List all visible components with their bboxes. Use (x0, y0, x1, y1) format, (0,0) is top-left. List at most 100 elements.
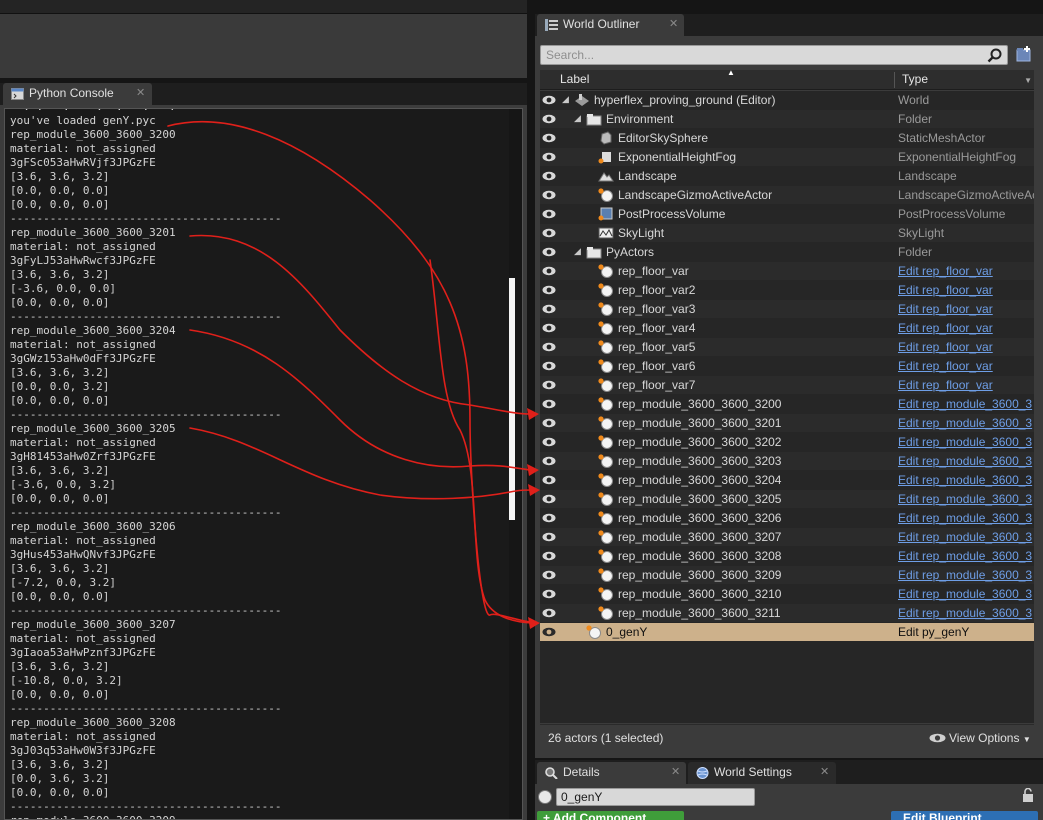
visibility-eye-icon[interactable] (542, 285, 556, 295)
outliner-row[interactable]: rep_module_3600_3600_3211 Edit rep_module… (540, 604, 1034, 622)
close-icon[interactable]: ✕ (671, 762, 680, 783)
visibility-eye-icon[interactable] (542, 456, 556, 466)
visibility-eye-icon[interactable] (542, 171, 556, 181)
outliner-row[interactable]: rep_floor_var4 Edit rep_floor_var (540, 319, 1034, 337)
outliner-row[interactable]: rep_module_3600_3600_3207 Edit rep_module… (540, 528, 1034, 546)
visibility-eye-icon[interactable] (542, 266, 556, 276)
edit-blueprint-link[interactable]: Edit rep_module_3600_3 (898, 530, 1034, 544)
visibility-eye-icon[interactable] (542, 228, 556, 238)
console-scrollbar-thumb[interactable] (509, 278, 515, 520)
outliner-row[interactable]: rep_module_3600_3600_3204 Edit rep_module… (540, 471, 1034, 489)
outliner-row[interactable]: rep_floor_var Edit rep_floor_var (540, 262, 1034, 280)
visibility-eye-icon[interactable] (542, 589, 556, 599)
outliner-row[interactable]: rep_floor_var5 Edit rep_floor_var (540, 338, 1034, 356)
edit-blueprint-link[interactable]: Edit rep_module_3600_3 (898, 473, 1034, 487)
visibility-eye-icon[interactable] (542, 323, 556, 333)
expand-arrow-icon[interactable]: ◢ (574, 246, 581, 257)
outliner-row[interactable]: rep_module_3600_3600_3209 Edit rep_module… (540, 566, 1034, 584)
view-options-button[interactable]: View Options ▼ (929, 731, 1031, 745)
edit-blueprint-link[interactable]: Edit rep_floor_var (898, 378, 1034, 392)
lock-icon[interactable] (1022, 788, 1034, 802)
search-icon[interactable] (987, 48, 1003, 63)
edit-blueprint-link[interactable]: Edit rep_module_3600_3 (898, 511, 1034, 525)
outliner-row[interactable]: 0_genY Edit py_genY (540, 623, 1034, 641)
outliner-row[interactable]: ExponentialHeightFog ExponentialHeightFog (540, 148, 1034, 166)
visibility-eye-icon[interactable] (542, 570, 556, 580)
edit-blueprint-link[interactable]: Edit rep_module_3600_3 (898, 397, 1034, 411)
visibility-eye-icon[interactable] (542, 494, 556, 504)
edit-blueprint-link[interactable]: Edit rep_floor_var (898, 302, 1034, 316)
tab-details[interactable]: Details ✕ (537, 762, 686, 784)
edit-blueprint-link[interactable]: Edit rep_module_3600_3 (898, 492, 1034, 506)
search-input[interactable] (541, 46, 981, 64)
column-label[interactable]: Label (560, 72, 589, 86)
actor-name-field[interactable]: 0_genY (556, 788, 755, 806)
outliner-row[interactable]: rep_module_3600_3600_3203 Edit rep_module… (540, 452, 1034, 470)
visibility-eye-icon[interactable] (542, 627, 556, 637)
outliner-row[interactable]: PostProcessVolume PostProcessVolume (540, 205, 1034, 223)
edit-blueprint-link[interactable]: Edit rep_floor_var (898, 264, 1034, 278)
close-icon[interactable]: ✕ (136, 83, 145, 104)
visibility-eye-icon[interactable] (542, 190, 556, 200)
outliner-row[interactable]: SkyLight SkyLight (540, 224, 1034, 242)
edit-blueprint-link[interactable]: Edit py_genY (898, 625, 1034, 639)
visibility-eye-icon[interactable] (542, 304, 556, 314)
edit-blueprint-link[interactable]: Edit rep_module_3600_3 (898, 587, 1034, 601)
edit-blueprint-button[interactable]: Edit Blueprint (891, 811, 1038, 820)
visibility-eye-icon[interactable] (542, 152, 556, 162)
visibility-eye-icon[interactable] (542, 513, 556, 523)
add-component-button[interactable]: + Add Component (537, 811, 684, 820)
outliner-row[interactable]: ◢ Environment Folder (540, 110, 1034, 128)
visibility-eye-icon[interactable] (542, 342, 556, 352)
outliner-row[interactable]: rep_module_3600_3600_3208 Edit rep_module… (540, 547, 1034, 565)
edit-blueprint-link[interactable]: Edit rep_module_3600_3 (898, 454, 1034, 468)
edit-blueprint-link[interactable]: Edit rep_module_3600_3 (898, 606, 1034, 620)
tab-world-settings[interactable]: World Settings ✕ (688, 762, 836, 784)
visibility-eye-icon[interactable] (542, 114, 556, 124)
visibility-eye-icon[interactable] (542, 399, 556, 409)
visibility-eye-icon[interactable] (542, 608, 556, 618)
tab-python-console[interactable]: Python Console ✕ (3, 83, 152, 105)
edit-blueprint-link[interactable]: Edit rep_floor_var (898, 340, 1034, 354)
expand-arrow-icon[interactable]: ◢ (574, 113, 581, 124)
close-icon[interactable]: ✕ (820, 762, 829, 783)
add-folder-icon[interactable] (1015, 45, 1033, 63)
outliner-row[interactable]: rep_module_3600_3600_3210 Edit rep_module… (540, 585, 1034, 603)
close-icon[interactable]: ✕ (669, 14, 678, 35)
visibility-eye-icon[interactable] (542, 418, 556, 428)
column-dropdown-icon[interactable]: ▼ (1024, 76, 1032, 85)
edit-blueprint-link[interactable]: Edit rep_module_3600_3 (898, 416, 1034, 430)
visibility-eye-icon[interactable] (542, 361, 556, 371)
edit-blueprint-link[interactable]: Edit rep_floor_var (898, 283, 1034, 297)
visibility-eye-icon[interactable] (542, 551, 556, 561)
outliner-row[interactable]: rep_floor_var7 Edit rep_floor_var (540, 376, 1034, 394)
outliner-row[interactable]: rep_module_3600_3600_3200 Edit rep_module… (540, 395, 1034, 413)
outliner-row[interactable]: rep_module_3600_3600_3201 Edit rep_module… (540, 414, 1034, 432)
edit-blueprint-link[interactable]: Edit rep_module_3600_3 (898, 549, 1034, 563)
outliner-row[interactable]: rep_floor_var6 Edit rep_floor_var (540, 357, 1034, 375)
visibility-eye-icon[interactable] (542, 437, 556, 447)
outliner-row[interactable]: Landscape Landscape (540, 167, 1034, 185)
visibility-eye-icon[interactable] (542, 475, 556, 485)
visibility-eye-icon[interactable] (542, 532, 556, 542)
edit-blueprint-link[interactable]: Edit rep_module_3600_3 (898, 435, 1034, 449)
visibility-eye-icon[interactable] (542, 133, 556, 143)
visibility-eye-icon[interactable] (542, 95, 556, 105)
outliner-row[interactable]: ◢ PyActors Folder (540, 243, 1034, 261)
outliner-row[interactable]: EditorSkySphere StaticMeshActor (540, 129, 1034, 147)
column-type[interactable]: Type (902, 72, 928, 86)
edit-blueprint-link[interactable]: Edit rep_floor_var (898, 321, 1034, 335)
outliner-row[interactable]: rep_module_3600_3600_3202 Edit rep_module… (540, 433, 1034, 451)
column-separator[interactable] (894, 72, 895, 88)
outliner-row[interactable]: rep_floor_var2 Edit rep_floor_var (540, 281, 1034, 299)
panel-splitter[interactable] (527, 0, 535, 820)
edit-blueprint-link[interactable]: Edit rep_floor_var (898, 359, 1034, 373)
visibility-eye-icon[interactable] (542, 380, 556, 390)
console-output[interactable]: . . . . . . .you've loaded genY.pycrep_m… (4, 108, 523, 820)
outliner-row[interactable]: rep_floor_var3 Edit rep_floor_var (540, 300, 1034, 318)
visibility-eye-icon[interactable] (542, 209, 556, 219)
visibility-eye-icon[interactable] (542, 247, 556, 257)
edit-blueprint-link[interactable]: Edit rep_module_3600_3 (898, 568, 1034, 582)
outliner-row[interactable]: LandscapeGizmoActiveActor LandscapeGizmoA… (540, 186, 1034, 204)
outliner-row[interactable]: rep_module_3600_3600_3205 Edit rep_module… (540, 490, 1034, 508)
